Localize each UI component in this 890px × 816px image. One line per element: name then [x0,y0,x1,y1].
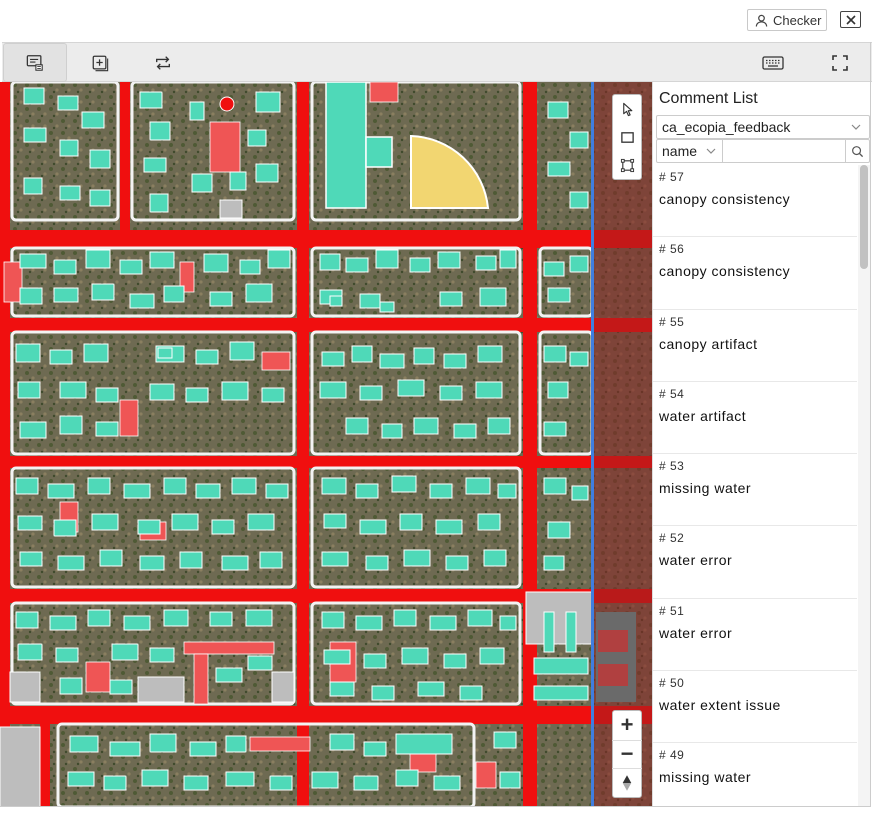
user-role-button[interactable]: Checker [747,9,827,31]
polygon-select-icon [620,158,634,172]
add-layer-button[interactable] [82,43,118,82]
comment-item[interactable]: # 49 missing water [653,743,857,807]
comment-list-icon [26,54,43,71]
keyboard-shortcuts-button[interactable] [754,43,792,82]
app-window: { "header": { "user_label": "Checker", "… [0,0,890,816]
comment-item[interactable]: # 55 canopy artifact [653,310,857,382]
fullscreen-icon [832,54,848,71]
user-icon [755,14,768,27]
window-border [870,42,871,807]
zoom-out-button[interactable]: − [612,739,642,769]
comment-item[interactable]: # 50 water extent issue [653,671,857,744]
comment-list-button[interactable] [3,43,67,82]
swap-button[interactable] [145,43,181,82]
dataset-select-value: ca_ecopia_feedback [662,119,791,135]
comment-text: water extent issue [659,697,781,714]
chevron-down-icon [851,124,861,130]
comment-number: # 57 [659,170,685,184]
map-viewport[interactable] [0,82,652,807]
map-tool-palette [612,94,642,180]
comment-text: canopy consistency [659,263,791,280]
comment-filter: name [656,139,870,163]
comment-item[interactable]: # 51 water error [653,599,857,672]
fullscreen-button[interactable] [822,43,858,82]
keyboard-icon [762,55,784,70]
comment-text: canopy artifact [659,335,758,352]
swap-icon [156,55,170,70]
compass-icon [622,775,632,791]
comment-panel: Comment List ca_ecopia_feedback name # 5… [652,82,870,807]
rectangle-tool[interactable] [616,125,638,149]
comment-item[interactable]: # 53 missing water [653,454,857,527]
top-bar: Checker [0,0,890,42]
filter-search-input[interactable] [724,140,848,162]
comment-text: missing water [659,769,752,786]
comment-number: # 55 [659,314,685,329]
close-button[interactable] [840,11,861,28]
select-pointer-icon [622,102,632,116]
comment-item[interactable]: # 54 water artifact [653,382,857,455]
window-border [0,806,871,807]
comment-list-scrollbar[interactable] [858,165,870,807]
user-role-label: Checker [773,12,822,28]
scrollbar-thumb[interactable] [860,165,868,269]
toolbar [2,42,872,82]
panel-title: Comment List [659,90,758,107]
dataset-select[interactable]: ca_ecopia_feedback [656,115,870,139]
comment-text: canopy consistency [659,191,791,207]
comment-text: missing water [659,480,752,497]
comment-number: # 52 [659,531,685,546]
comment-item[interactable]: # 52 water error [653,526,857,599]
chevron-down-icon [706,148,716,154]
rectangle-icon [620,131,634,143]
filter-search-button[interactable] [845,140,869,162]
comment-number: # 53 [659,459,685,474]
comment-text: water error [659,624,733,641]
comment-item[interactable]: # 57 canopy consistency [653,165,857,238]
search-icon [852,145,864,157]
comment-number: # 51 [659,603,685,618]
swipe-divider[interactable] [591,82,594,807]
comment-list: # 57 canopy consistency # 56 canopy consis… [653,165,857,807]
zoom-controls: + − [612,710,642,798]
comment-number: # 49 [659,748,685,763]
polygon-select-tool[interactable] [616,153,638,177]
comment-text: water error [659,552,733,569]
zoom-in-button[interactable]: + [612,711,642,740]
map-imagery [0,82,652,807]
comment-number: # 56 [659,242,685,257]
select-tool[interactable] [616,97,638,121]
close-icon [845,14,856,25]
add-layer-icon [92,55,109,71]
comment-number: # 50 [659,676,685,691]
comment-item[interactable]: # 56 canopy consistency [653,237,857,310]
reset-north-button[interactable] [612,768,642,797]
filter-field-value: name [662,143,698,159]
filter-field-select[interactable]: name [657,140,723,162]
comment-number: # 54 [659,386,685,401]
comment-text: water artifact [659,407,747,424]
